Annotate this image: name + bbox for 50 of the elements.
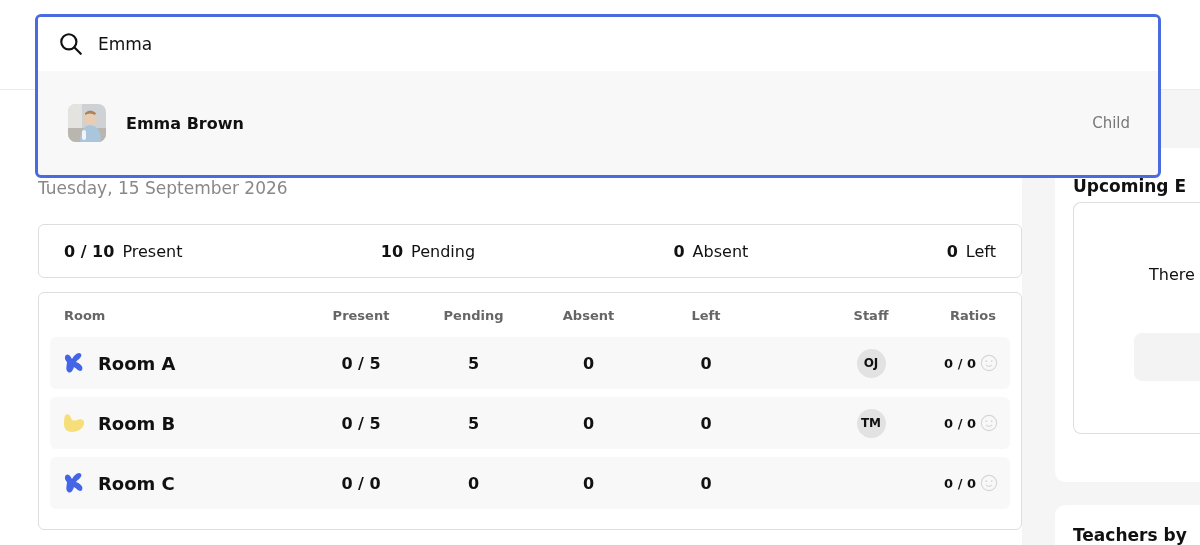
room-name: Room C xyxy=(98,472,175,494)
summary-count: 0 xyxy=(673,241,685,261)
column-header: Left xyxy=(690,307,722,323)
ratio-text: 0 / 0 xyxy=(944,415,976,431)
room-row[interactable]: Room B 0 / 5 5 0 0 TM 0 / 0 xyxy=(50,397,1010,449)
search-result[interactable]: Emma Brown Child xyxy=(38,71,1158,175)
search-icon xyxy=(58,31,84,57)
empty-text: There xyxy=(1149,265,1195,284)
summary-count: 0 / 10 xyxy=(64,241,115,261)
table-cell-text: 0 / 5 xyxy=(340,353,382,373)
column-header: Pending xyxy=(442,307,505,323)
room-name: Room B xyxy=(98,412,176,434)
panel-title: Teachers by xyxy=(1073,525,1188,545)
smiley-icon xyxy=(980,414,998,432)
ratio-text: 0 / 0 xyxy=(944,475,976,491)
table-cell-text: 0 xyxy=(466,473,481,493)
smiley-icon xyxy=(980,354,998,372)
summary-label: Left xyxy=(965,241,996,261)
summary-count: 10 xyxy=(380,241,404,261)
staff-avatar[interactable]: TM xyxy=(856,408,886,438)
table-cell-text: 5 xyxy=(466,353,481,373)
panel-title: Upcoming E xyxy=(1073,176,1188,196)
smiley-icon xyxy=(980,474,998,492)
table-cell-text: 0 xyxy=(581,353,596,373)
table-cell-text: 0 xyxy=(699,413,713,433)
column-header: Ratios xyxy=(948,307,997,323)
table-cell-text: 0 xyxy=(581,413,596,433)
search-field[interactable]: Emma xyxy=(98,34,398,54)
table-cell-text: 0 / 5 xyxy=(340,413,382,433)
summary-label: Absent xyxy=(692,241,749,261)
staff-avatar[interactable]: OJ xyxy=(856,348,886,378)
column-header: Present xyxy=(331,307,391,323)
table-cell-text: 0 xyxy=(699,353,713,373)
ratio-text: 0 / 0 xyxy=(944,355,976,371)
table-cell-text: 0 xyxy=(699,473,713,493)
summary-count: 0 xyxy=(946,241,958,261)
table-cell-text: 5 xyxy=(466,413,481,433)
table-cell-text: 0 xyxy=(581,473,596,493)
table-cell-text: 0 / 0 xyxy=(340,473,382,493)
result-name: Emma Brown xyxy=(126,113,245,133)
room-row[interactable]: Room C 0 / 0 0 0 0 0 / 0 xyxy=(50,457,1010,509)
room-name: Room A xyxy=(98,352,176,374)
column-header: Absent xyxy=(561,307,616,323)
result-type: Child xyxy=(1092,114,1130,132)
summary-label: Present xyxy=(122,241,183,261)
date-text: Tuesday, 15 September 2026 xyxy=(38,178,289,200)
room-row[interactable]: Room A 0 / 5 5 0 0 OJ 0 / 0 xyxy=(50,337,1010,389)
column-header: Room xyxy=(63,307,107,323)
summary-label: Pending xyxy=(411,241,476,261)
column-header: Staff xyxy=(852,307,890,323)
